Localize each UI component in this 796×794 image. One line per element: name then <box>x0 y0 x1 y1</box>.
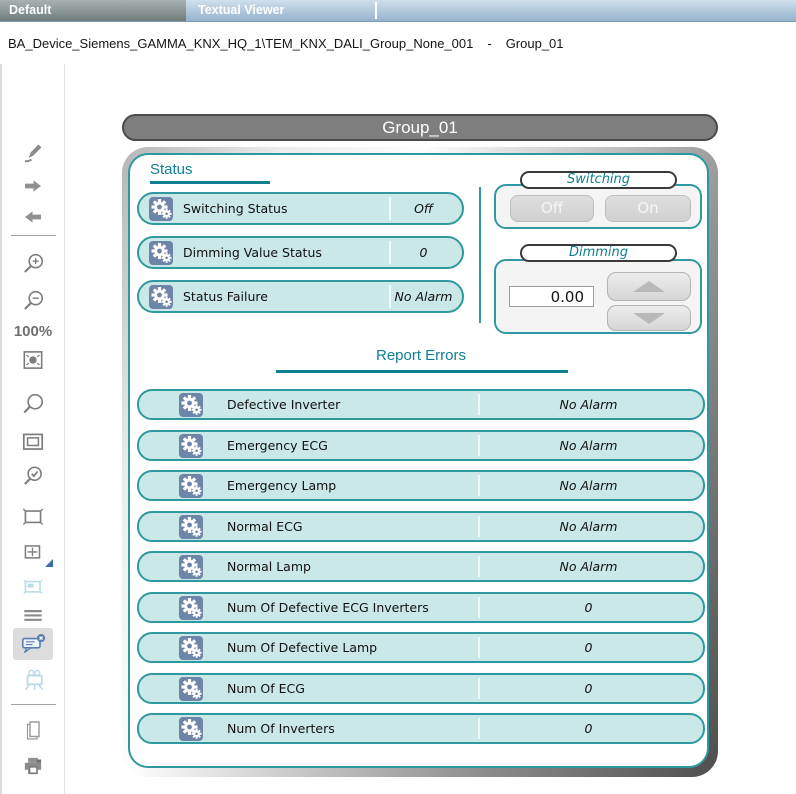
tab-separator <box>375 2 377 19</box>
arrow-left-icon[interactable] <box>17 203 49 231</box>
toolbar-right-border <box>64 64 65 794</box>
report-row-value: No Alarm <box>480 553 697 580</box>
arrow-right-icon[interactable] <box>17 172 49 200</box>
status-row: Switching Status Off <box>137 192 464 225</box>
report-row: Defective Inverter No Alarm <box>137 389 705 420</box>
search-icon[interactable] <box>17 391 49 419</box>
report-row-label: Num Of Defective ECG Inverters <box>227 594 429 621</box>
panel-body: Status Switching Status Off Dimming Valu… <box>128 153 709 768</box>
dropdown-corner-icon <box>45 559 53 567</box>
report-row-value: No Alarm <box>480 472 697 499</box>
zoom-out-icon[interactable] <box>17 288 49 316</box>
report-row-value: 0 <box>480 715 697 742</box>
gear-settings-icon[interactable] <box>179 515 203 539</box>
arrow-up-icon <box>633 281 665 292</box>
gear-settings-icon[interactable] <box>179 636 203 660</box>
report-row: Num Of Inverters 0 <box>137 713 705 744</box>
report-errors-heading: Report Errors <box>137 347 705 364</box>
dimming-decrease-button[interactable] <box>607 305 691 331</box>
status-row-value: 0 <box>391 238 456 267</box>
dimming-group-label: Dimming <box>520 244 677 262</box>
gear-settings-icon[interactable] <box>179 555 203 579</box>
fit-page-icon[interactable] <box>17 428 49 456</box>
tab-default[interactable]: Default <box>0 0 186 21</box>
gear-settings-icon[interactable] <box>149 197 173 221</box>
report-row-label: Num Of Inverters <box>227 715 335 742</box>
gear-settings-icon[interactable] <box>179 596 203 620</box>
toolbar-divider <box>11 704 56 705</box>
status-row: Dimming Value Status 0 <box>137 236 464 269</box>
report-row-label: Emergency Lamp <box>227 472 336 499</box>
breadcrumb: BA_Device_Siemens_GAMMA_KNX_HQ_1\TEM_KNX… <box>0 22 796 64</box>
status-row-label: Dimming Value Status <box>183 238 322 267</box>
status-section-divider <box>479 187 481 323</box>
gear-settings-icon[interactable] <box>149 285 173 309</box>
report-row-label: Emergency ECG <box>227 432 328 459</box>
group-title: Group_01 <box>122 114 718 141</box>
report-row-value: No Alarm <box>480 432 697 459</box>
center-view-icon[interactable] <box>17 346 49 374</box>
report-row-value: 0 <box>480 594 697 621</box>
region-select-icon[interactable] <box>17 573 49 601</box>
status-heading-underline <box>150 181 270 184</box>
layers-icon[interactable] <box>17 602 49 630</box>
gear-settings-icon[interactable] <box>149 241 173 265</box>
arrow-down-icon <box>633 313 665 324</box>
report-row-label: Num Of ECG <box>227 675 305 702</box>
switch-off-button[interactable]: Off <box>510 195 594 222</box>
copy-page-icon[interactable] <box>17 716 49 744</box>
report-row: Num Of Defective Lamp 0 <box>137 632 705 663</box>
report-row-label: Num Of Defective Lamp <box>227 634 377 661</box>
report-row-value: 0 <box>480 634 697 661</box>
report-row-label: Normal ECG <box>227 513 303 540</box>
status-heading: Status <box>150 161 193 178</box>
pen-icon[interactable] <box>17 139 49 167</box>
report-row: Emergency Lamp No Alarm <box>137 470 705 501</box>
report-row-value: No Alarm <box>480 513 697 540</box>
gear-settings-icon[interactable] <box>179 393 203 417</box>
report-row-label: Normal Lamp <box>227 553 311 580</box>
tab-bar: Default Textual Viewer <box>0 0 796 22</box>
selection-area-icon[interactable] <box>17 503 49 531</box>
dimming-group <box>494 259 702 334</box>
crosshair-icon[interactable] <box>17 539 49 567</box>
left-toolbar: 100% <box>0 64 66 794</box>
gear-settings-icon[interactable] <box>179 434 203 458</box>
report-row-label: Defective Inverter <box>227 391 340 418</box>
switch-on-button[interactable]: On <box>605 195 691 222</box>
breadcrumb-page: Group_01 <box>506 36 564 51</box>
report-row: Normal ECG No Alarm <box>137 511 705 542</box>
breadcrumb-path: BA_Device_Siemens_GAMMA_KNX_HQ_1\TEM_KNX… <box>8 36 473 51</box>
dimming-increase-button[interactable] <box>607 272 691 301</box>
switching-group: Off On <box>494 184 702 229</box>
annotation-filter-icon[interactable] <box>13 628 53 660</box>
zoom-in-icon[interactable] <box>17 251 49 279</box>
gear-settings-icon[interactable] <box>179 474 203 498</box>
dimming-value-input[interactable] <box>509 286 594 307</box>
panel-frame: Status Switching Status Off Dimming Valu… <box>122 147 718 777</box>
report-row: Num Of ECG 0 <box>137 673 705 704</box>
status-row-label: Switching Status <box>183 194 287 223</box>
camera-icon[interactable] <box>17 666 49 694</box>
report-row-value: No Alarm <box>480 391 697 418</box>
status-row-label: Status Failure <box>183 282 268 311</box>
report-row: Num Of Defective ECG Inverters 0 <box>137 592 705 623</box>
breadcrumb-separator: - <box>487 36 491 51</box>
status-row-value: No Alarm <box>391 282 456 311</box>
switching-group-label: Switching <box>520 171 677 189</box>
status-row-value: Off <box>391 194 456 223</box>
viewer-screen: Default Textual Viewer BA_Device_Siemens… <box>0 0 796 794</box>
report-row: Normal Lamp No Alarm <box>137 551 705 582</box>
zoom-check-icon[interactable] <box>17 463 49 491</box>
tab-textual-viewer[interactable]: Textual Viewer <box>186 0 376 21</box>
print-icon[interactable] <box>17 752 49 780</box>
report-row-value: 0 <box>480 675 697 702</box>
report-errors-underline <box>276 370 568 373</box>
zoom-level-label[interactable]: 100% <box>6 323 60 340</box>
gear-settings-icon[interactable] <box>179 717 203 741</box>
report-row: Emergency ECG No Alarm <box>137 430 705 461</box>
gear-settings-icon[interactable] <box>179 677 203 701</box>
status-row: Status Failure No Alarm <box>137 280 464 313</box>
toolbar-divider <box>11 235 56 236</box>
